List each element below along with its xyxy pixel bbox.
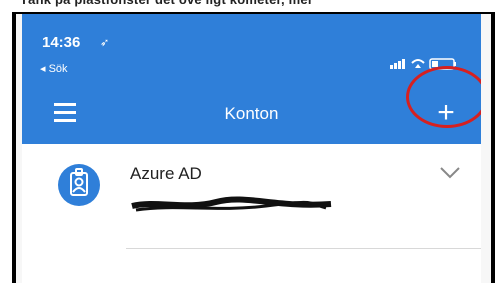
account-row[interactable]: Azure AD <box>22 144 481 248</box>
row-divider <box>126 248 481 249</box>
signal-icon <box>390 59 405 69</box>
wifi-icon <box>411 59 425 68</box>
chevron-down-icon[interactable] <box>439 166 461 180</box>
cropped-caption-text: Tänk på plastfönster det ove ligt komete… <box>20 0 313 7</box>
screenshot-frame: 14:36 ➶ ◂ Sök Konton + Azure AD <box>12 12 495 283</box>
accounts-list: Azure AD <box>22 144 481 283</box>
account-avatar <box>58 164 100 206</box>
cropped-caption-strip: Tänk på plastfönster det ove ligt komete… <box>0 0 501 12</box>
account-name: Azure AD <box>130 164 202 183</box>
status-bar: 14:36 ➶ ◂ Sök <box>22 14 481 86</box>
id-badge-icon <box>70 168 88 196</box>
location-arrow-icon: ➶ <box>100 37 110 49</box>
phone-screen: 14:36 ➶ ◂ Sök Konton + Azure AD <box>22 14 481 283</box>
red-annotation-circle <box>406 66 481 128</box>
back-to-search-link[interactable]: ◂ Sök <box>40 62 68 75</box>
redacted-email <box>131 196 332 212</box>
status-time: 14:36 <box>42 34 81 51</box>
